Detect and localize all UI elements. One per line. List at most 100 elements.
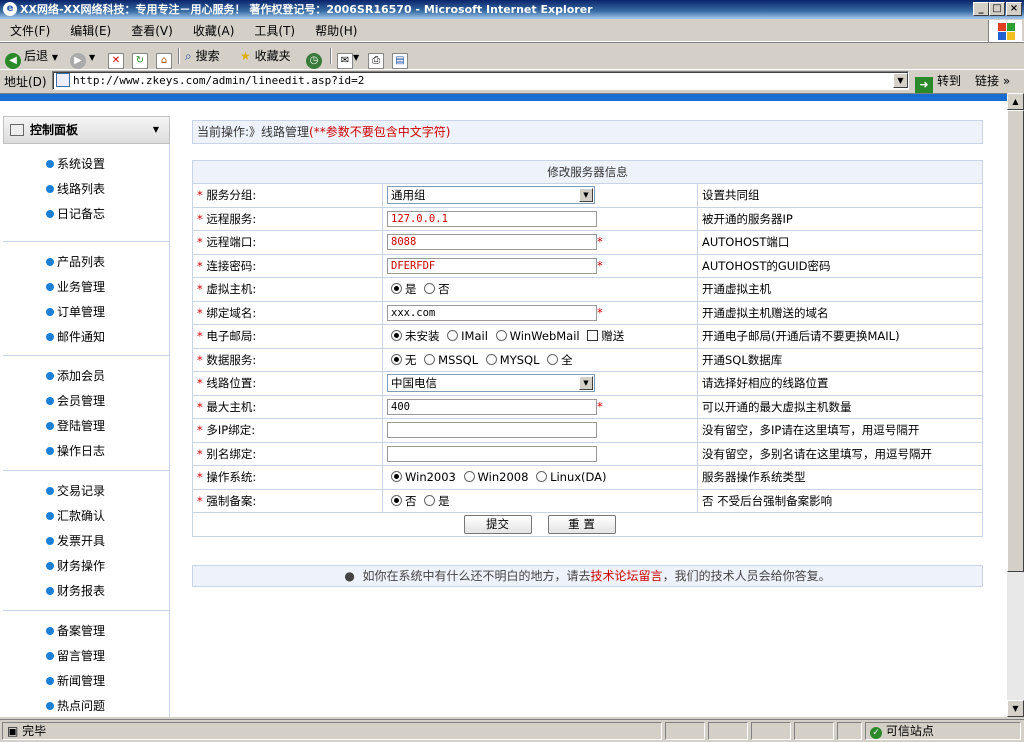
- mail-gift-checkbox[interactable]: [587, 330, 599, 342]
- sidebar-item-finance-ops[interactable]: 财务操作: [46, 558, 105, 574]
- home-button[interactable]: ⌂: [156, 47, 172, 69]
- sidebar-item-transactions[interactable]: 交易记录: [46, 483, 105, 499]
- multi-ip-input[interactable]: [387, 422, 597, 439]
- sidebar-item-invoice[interactable]: 发票开具: [46, 533, 105, 549]
- sidebar-item-add-member[interactable]: 添加会员: [46, 368, 105, 384]
- maximize-button[interactable]: □: [989, 2, 1005, 16]
- minimize-button[interactable]: _: [973, 2, 989, 16]
- sidebar-item-memo[interactable]: 日记备忘: [46, 206, 105, 222]
- sidebar-item-finance-report[interactable]: 财务报表: [46, 583, 105, 599]
- history-button[interactable]: ◷: [306, 47, 325, 69]
- menu-view[interactable]: 查看(V): [131, 20, 173, 42]
- menu-file[interactable]: 文件(F): [10, 20, 50, 42]
- address-label: 地址(D): [4, 75, 47, 89]
- ie-icon: e: [3, 2, 17, 16]
- sidebar-item-system-settings[interactable]: 系统设置: [46, 156, 105, 172]
- back-arrow-icon: ◀: [5, 53, 21, 69]
- window-title-bar: e XX网络-XX网络科技：专用专注－用心服务！ 著作权登记号：2006SR165…: [0, 0, 1024, 19]
- close-button[interactable]: ×: [1006, 2, 1022, 16]
- menu-edit[interactable]: 编辑(E): [70, 20, 111, 42]
- db-mysql-radio[interactable]: [485, 353, 497, 365]
- sidebar-item-line-list[interactable]: 线路列表: [46, 181, 105, 197]
- page-icon: [56, 73, 70, 87]
- os-2003-radio[interactable]: [391, 471, 402, 483]
- search-button[interactable]: ⌕ 搜索: [185, 47, 220, 65]
- remote-ip-input[interactable]: 127.0.0.1: [387, 210, 597, 227]
- print-button[interactable]: ⎙: [368, 47, 384, 69]
- sidebar-item-mail-notify[interactable]: 邮件通知: [46, 329, 105, 345]
- sidebar-item-hot-topics[interactable]: 热点问题: [46, 698, 105, 714]
- os-2008-radio[interactable]: [463, 471, 475, 483]
- password-input[interactable]: DFERFDF: [387, 257, 597, 274]
- db-all-radio[interactable]: [547, 353, 559, 365]
- row-icp: * 强制备案: 否 是 否 不受后台强制备案影响: [192, 488, 983, 513]
- db-none-radio[interactable]: [391, 353, 402, 365]
- port-input[interactable]: 8088: [387, 234, 597, 251]
- vertical-scrollbar[interactable]: ▲ ▼: [1007, 93, 1024, 717]
- line-select[interactable]: 中国电信 ▼: [387, 374, 595, 393]
- go-button[interactable]: ➜ 转到: [915, 71, 961, 93]
- sidebar-group-content: 备案管理 留言管理 新闻管理 热点问题: [3, 611, 170, 717]
- forward-button[interactable]: ▶ ▼: [70, 47, 95, 69]
- sidebar-item-news[interactable]: 新闻管理: [46, 673, 105, 689]
- scroll-up-button[interactable]: ▲: [1007, 93, 1024, 110]
- mail-button[interactable]: ✉ ▼: [337, 47, 359, 69]
- alias-input[interactable]: [387, 445, 597, 462]
- address-dropdown-button[interactable]: ▼: [893, 73, 908, 88]
- sidebar-item-messages[interactable]: 留言管理: [46, 648, 105, 664]
- vhost-yes-radio[interactable]: [391, 283, 402, 295]
- sidebar-item-operation-log[interactable]: 操作日志: [46, 443, 105, 459]
- row-os: * 操作系统: Win2003 Win2008 Linux(DA) 服务器操作系…: [192, 465, 983, 490]
- sidebar-item-icp[interactable]: 备案管理: [46, 623, 105, 639]
- sidebar-item-business[interactable]: 业务管理: [46, 279, 105, 295]
- db-mssql-radio[interactable]: [424, 353, 436, 365]
- refresh-button[interactable]: ↻: [132, 47, 148, 69]
- sidebar-item-orders[interactable]: 订单管理: [46, 304, 105, 320]
- stop-icon: ✕: [108, 53, 124, 69]
- group-select[interactable]: 通用组 ▼: [387, 186, 595, 205]
- sidebar: 控制面板 ▼ 系统设置 线路列表 日记备忘 产品列表 业务管理 订单管理 邮件通…: [3, 116, 170, 717]
- address-input[interactable]: http://www.zkeys.com/admin/lineedit.asp?…: [52, 71, 909, 90]
- back-button[interactable]: ◀ 后退 ▼: [5, 47, 58, 69]
- icp-yes-radio[interactable]: [424, 494, 436, 506]
- menu-favorites[interactable]: 收藏(A): [193, 20, 235, 42]
- reset-button[interactable]: 重 置: [547, 514, 616, 534]
- row-maxhost: * 最大主机: 400 * 可以开通的最大虚拟主机数量: [192, 394, 983, 419]
- page-viewport: 控制面板 ▼ 系统设置 线路列表 日记备忘 产品列表 业务管理 订单管理 邮件通…: [0, 93, 1007, 717]
- menu-help[interactable]: 帮助(H): [315, 20, 357, 42]
- domain-input[interactable]: xxx.com: [387, 304, 597, 321]
- address-bar: 地址(D) http://www.zkeys.com/admin/lineedi…: [0, 69, 1024, 93]
- sidebar-item-login-manage[interactable]: 登陆管理: [46, 418, 105, 434]
- stop-button[interactable]: ✕: [108, 47, 124, 69]
- mail-none-radio[interactable]: [391, 330, 402, 342]
- mail-webmail-radio[interactable]: [495, 330, 507, 342]
- mail-imail-radio[interactable]: [447, 330, 459, 342]
- form-title: 修改服务器信息: [192, 160, 983, 184]
- server-edit-form: 修改服务器信息 * 服务分组: 通用组 ▼ 设置共同组 * 远程服务: 127.0…: [192, 160, 983, 537]
- os-linux-radio[interactable]: [536, 471, 548, 483]
- history-icon: ◷: [306, 53, 322, 69]
- forum-link[interactable]: 技术论坛留言: [591, 569, 663, 583]
- sidebar-item-member-manage[interactable]: 会员管理: [46, 393, 105, 409]
- chevron-down-icon: ▼: [579, 188, 593, 203]
- forward-arrow-icon: ▶: [70, 53, 86, 69]
- sidebar-item-remittance[interactable]: 汇款确认: [46, 508, 105, 524]
- links-button[interactable]: 链接 »: [975, 71, 1010, 91]
- menu-bar: 文件(F) 编辑(E) 查看(V) 收藏(A) 工具(T) 帮助(H): [0, 20, 1024, 42]
- submit-button[interactable]: 提交: [463, 514, 532, 534]
- favorites-button[interactable]: ★ 收藏夹: [240, 47, 291, 65]
- edit-page-button[interactable]: ▤: [392, 47, 408, 69]
- row-db: * 数据服务: 无 MSSQL MYSQL 全 开通SQL数据库: [192, 347, 983, 372]
- max-host-input[interactable]: 400: [387, 398, 597, 415]
- mail-icon: ✉: [337, 53, 353, 69]
- control-panel-header[interactable]: 控制面板 ▼: [3, 116, 170, 144]
- scroll-down-button[interactable]: ▼: [1007, 700, 1024, 717]
- icp-no-radio[interactable]: [391, 494, 402, 506]
- home-icon: ⌂: [156, 53, 172, 69]
- row-port: * 远程端口: 8088 * AUTOHOST端口: [192, 230, 983, 255]
- sidebar-item-products[interactable]: 产品列表: [46, 254, 105, 270]
- vhost-no-radio[interactable]: [424, 283, 436, 295]
- window-title: XX网络-XX网络科技：专用专注－用心服务！ 著作权登记号：2006SR1657…: [20, 3, 593, 16]
- menu-tools[interactable]: 工具(T): [254, 20, 295, 42]
- scroll-thumb[interactable]: [1007, 110, 1024, 572]
